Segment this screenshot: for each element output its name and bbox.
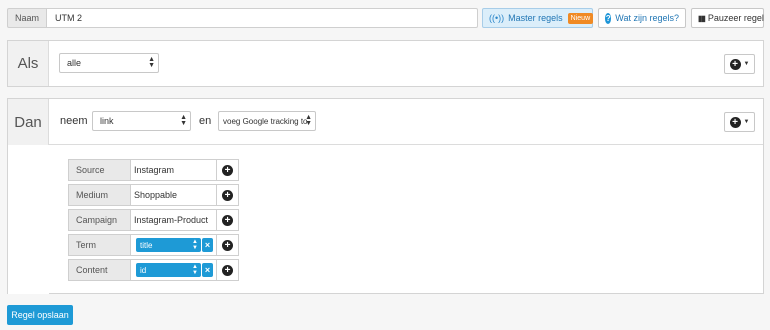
chevron-down-icon: ▼ xyxy=(743,119,750,125)
param-value-content: id ▲ ▼ × xyxy=(131,259,217,281)
plus-circle-icon: + xyxy=(222,239,233,251)
plus-circle-icon: + xyxy=(222,214,233,226)
param-label-term: Term xyxy=(68,234,131,256)
master-rules-button[interactable]: ((•)) Master regels Nieuw xyxy=(482,8,594,28)
param-add-term-button[interactable]: + xyxy=(217,234,239,256)
param-value-campaign[interactable]: Instagram-Product xyxy=(131,209,217,231)
save-rule-button[interactable]: Regel opslaan xyxy=(7,305,73,325)
param-add-campaign-button[interactable]: + xyxy=(217,209,239,231)
select-caret-icon: ▲ ▼ xyxy=(180,114,187,127)
param-value-source[interactable]: Instagram xyxy=(131,159,217,181)
param-value-term: title ▲ ▼ × xyxy=(131,234,217,256)
help-button[interactable]: ? Wat zijn regels? xyxy=(598,8,686,28)
action-panel: Dan neem link ▲ ▼ en voeg Google tracking… xyxy=(7,98,764,294)
field-select[interactable]: link ▲ ▼ xyxy=(92,111,191,131)
plus-circle-icon: + xyxy=(729,116,741,128)
select-caret-icon: ▲ ▼ xyxy=(192,264,198,276)
select-caret-icon: ▲ ▼ xyxy=(148,56,155,69)
action-header: Dan neem link ▲ ▼ en voeg Google tracking… xyxy=(8,99,763,145)
content-tag-select[interactable]: id ▲ ▼ xyxy=(136,263,201,277)
pause-icon: ▮▮ xyxy=(698,13,706,23)
action-body-spacer xyxy=(8,145,49,294)
condition-select-value: alle xyxy=(67,58,82,68)
param-add-source-button[interactable]: + xyxy=(217,159,239,181)
en-word: en xyxy=(199,115,212,127)
rule-name-input[interactable]: UTM 2 xyxy=(46,8,478,28)
pause-rule-button[interactable]: ▮▮ Pauzeer regel xyxy=(691,8,764,28)
question-icon: ? xyxy=(605,12,612,24)
select-caret-icon: ▲ ▼ xyxy=(305,114,312,127)
als-label: Als xyxy=(8,41,49,86)
param-value-medium[interactable]: Shoppable xyxy=(131,184,217,206)
param-label-source: Source xyxy=(68,159,131,181)
param-add-content-button[interactable]: + xyxy=(217,259,239,281)
broadcast-icon: ((•)) xyxy=(489,13,505,23)
new-badge: Nieuw xyxy=(567,12,594,24)
plus-circle-icon: + xyxy=(222,264,233,276)
condition-select[interactable]: alle ▲ ▼ xyxy=(59,53,159,73)
param-label-campaign: Campaign xyxy=(68,209,131,231)
plus-circle-icon: + xyxy=(729,58,741,70)
name-label: Naam xyxy=(7,8,46,28)
help-label: Wat zijn regels? xyxy=(615,13,679,23)
field-select-value: link xyxy=(100,116,114,126)
param-label-content: Content xyxy=(68,259,131,281)
param-label-medium: Medium xyxy=(68,184,131,206)
action-select-value: voeg Google tracking to xyxy=(223,116,308,126)
content-tag-value: id xyxy=(140,265,147,275)
term-tag-select[interactable]: title ▲ ▼ xyxy=(136,238,201,252)
master-rules-label: Master regels xyxy=(508,13,563,23)
plus-circle-icon: + xyxy=(222,164,233,176)
pause-label: Pauzeer regel xyxy=(707,13,764,23)
neem-word: neem xyxy=(60,115,88,127)
condition-panel: Als alle ▲ ▼ + ▼ xyxy=(7,40,764,87)
add-action-button[interactable]: + ▼ xyxy=(724,112,755,132)
term-tag-remove-icon[interactable]: × xyxy=(202,238,213,252)
add-condition-button[interactable]: + ▼ xyxy=(724,54,755,74)
plus-circle-icon: + xyxy=(222,189,233,201)
content-tag-remove-icon[interactable]: × xyxy=(202,263,213,277)
select-caret-icon: ▲ ▼ xyxy=(192,239,198,251)
term-tag-value: title xyxy=(140,240,153,250)
param-add-medium-button[interactable]: + xyxy=(217,184,239,206)
dan-label: Dan xyxy=(8,99,49,145)
chevron-down-icon: ▼ xyxy=(743,61,750,67)
action-select[interactable]: voeg Google tracking to ▲ ▼ xyxy=(218,111,316,131)
